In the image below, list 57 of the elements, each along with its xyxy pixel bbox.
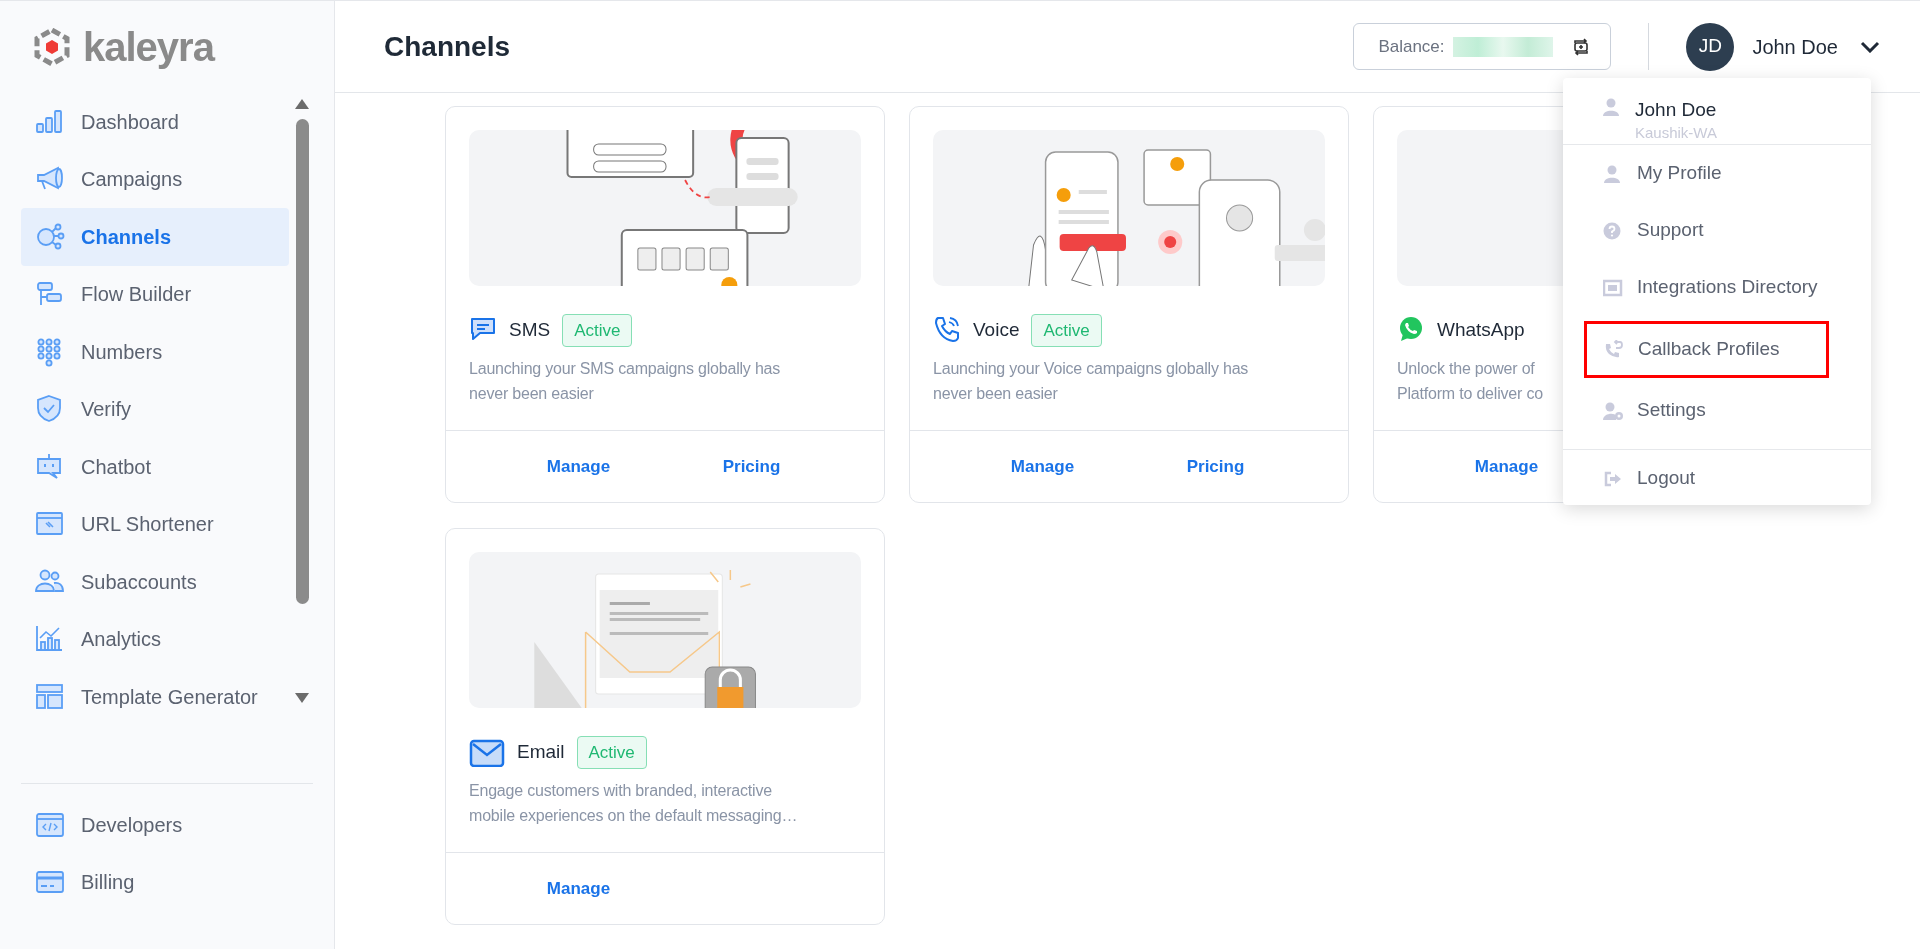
envelope-icon <box>469 737 505 768</box>
channel-name: WhatsApp <box>1437 318 1525 343</box>
menu-item[interactable]: Support <box>1563 202 1871 259</box>
help-circle-icon <box>1603 221 1623 240</box>
channel-description: Unlock the power of Platform to deliver co <box>1397 359 1544 405</box>
logo-text: kaleyra <box>83 27 214 67</box>
page-title: Channels <box>384 29 512 64</box>
sidebar-item[interactable]: Template Generator <box>21 668 289 713</box>
chevron-down-icon[interactable] <box>1860 40 1880 53</box>
menu-item[interactable]: Integrations Directory <box>1563 259 1871 316</box>
frame-icon <box>1603 278 1623 297</box>
manage-link[interactable]: Manage <box>1474 453 1539 480</box>
sidebar-item[interactable]: Developers <box>21 796 313 854</box>
status-badge: Active <box>1031 313 1102 348</box>
sidebar-item[interactable]: Numbers <box>21 323 289 381</box>
menu-item[interactable]: Settings <box>1563 382 1871 439</box>
user-icon <box>1603 164 1623 183</box>
channel-name: SMS <box>509 318 551 343</box>
channel-description: Launching your SMS campaigns globally has never been easier <box>469 359 782 405</box>
scrollbar-thumb[interactable] <box>296 119 309 604</box>
logo-icon <box>33 28 71 66</box>
channel-description: Engage customers with branded, interactive mobile experiences on the default messaging… <box>469 781 799 827</box>
menu-item[interactable]: Callback Profiles <box>1584 320 1829 378</box>
menu-item[interactable]: My Profile <box>1563 145 1871 202</box>
manage-link[interactable]: Manage <box>546 453 611 480</box>
channel-name: Email <box>517 740 565 765</box>
pricing-link[interactable]: Pricing <box>1186 453 1245 480</box>
sidebar-item[interactable]: Channels <box>21 208 289 266</box>
status-badge: Active <box>562 313 633 348</box>
user-avatar[interactable]: JD <box>1686 22 1735 71</box>
user-icon <box>1603 98 1619 116</box>
scroll-down-arrow-icon[interactable] <box>295 693 309 703</box>
menu-item[interactable]: Logout <box>1563 450 1871 507</box>
sidebar-item[interactable]: Verify <box>21 380 289 438</box>
status-badge: Active <box>576 735 647 770</box>
sidebar-item[interactable]: Chatbot <box>21 438 289 496</box>
sidebar-item[interactable]: Analytics <box>21 610 289 668</box>
manage-link[interactable]: Manage <box>1010 453 1075 480</box>
sidebar-item[interactable]: Subaccounts <box>21 553 289 611</box>
network-icon <box>35 221 65 252</box>
menu-user-name: John Doe <box>1635 98 1717 122</box>
sidebar-item[interactable]: Billing <box>21 853 313 911</box>
sidebar-item[interactable]: Dashboard <box>21 93 289 151</box>
phone-callback-icon <box>1604 340 1624 358</box>
sidebar-item[interactable]: URL Shortener <box>21 495 289 553</box>
pricing-link[interactable]: Pricing <box>722 453 781 480</box>
user-name[interactable]: John Doe <box>1752 31 1838 62</box>
sidebar-item[interactable]: Flow Builder <box>21 265 289 323</box>
logout-icon <box>1603 469 1623 488</box>
template-icon <box>35 681 65 712</box>
manage-link[interactable]: Manage <box>546 875 611 902</box>
sidebar-item[interactable]: Campaigns <box>21 150 289 208</box>
user-gear-icon <box>1603 401 1623 420</box>
scroll-up-arrow-icon[interactable] <box>295 99 309 109</box>
balance-button[interactable]: Balance: <box>1353 23 1612 70</box>
channel-name: Voice <box>973 318 1020 343</box>
channel-description: Launching your Voice campaigns globally has never been easier <box>933 359 1250 405</box>
